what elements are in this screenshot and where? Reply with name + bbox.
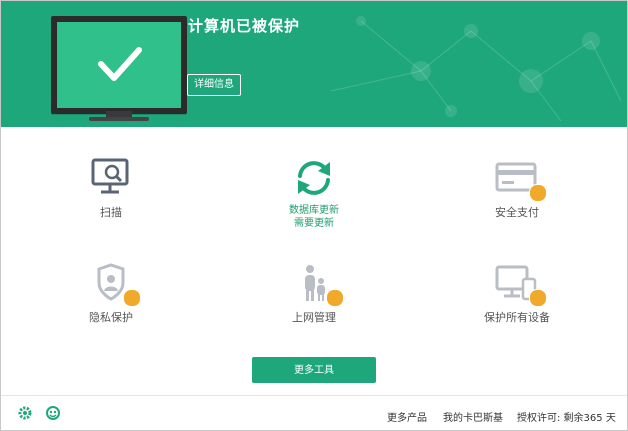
tool-parental-control[interactable]: 上网管理 bbox=[254, 261, 374, 324]
tool-database-update-status: 需要更新 bbox=[294, 218, 334, 229]
devices-icon bbox=[493, 261, 547, 307]
tool-protect-all-devices[interactable]: 保护所有设备 bbox=[457, 261, 577, 324]
tool-database-update[interactable]: 数据库更新 需要更新 bbox=[254, 156, 374, 230]
tool-scan-label: 扫描 bbox=[100, 206, 122, 219]
tool-parental-control-label: 上网管理 bbox=[292, 311, 336, 324]
tool-safe-money-label: 安全支付 bbox=[495, 206, 539, 219]
update-refresh-icon bbox=[290, 156, 338, 200]
footer-link-more-products[interactable]: 更多产品 bbox=[387, 409, 427, 424]
tool-database-update-label: 数据库更新 bbox=[289, 205, 339, 216]
protection-status-title: 计算机已被保护 bbox=[188, 17, 301, 35]
footer-link-license[interactable]: 授权许可: 剩余365 天 bbox=[517, 409, 616, 424]
footer-bar: 更多产品 我的卡巴斯基 授权许可: 剩余365 天 bbox=[1, 395, 627, 430]
tool-privacy-protection[interactable]: 隐私保护 bbox=[51, 261, 171, 324]
footer-link-my-kaspersky[interactable]: 我的卡巴斯基 bbox=[443, 409, 503, 424]
premium-crown-icon bbox=[529, 184, 547, 202]
details-button[interactable]: 详细信息 bbox=[187, 74, 241, 96]
premium-crown-icon bbox=[326, 289, 344, 307]
tool-safe-money[interactable]: 安全支付 bbox=[457, 156, 577, 219]
tool-scan[interactable]: 扫描 bbox=[51, 156, 171, 219]
premium-crown-icon bbox=[123, 289, 141, 307]
settings-gear-icon[interactable] bbox=[17, 405, 33, 421]
status-header: 计算机已被保护 详细信息 bbox=[1, 1, 627, 127]
protected-monitor-illustration bbox=[51, 16, 187, 114]
parental-control-icon bbox=[290, 261, 344, 307]
more-tools-button[interactable]: 更多工具 bbox=[252, 357, 376, 383]
tool-privacy-protection-label: 隐私保护 bbox=[89, 311, 133, 324]
privacy-shield-icon bbox=[87, 261, 141, 307]
monitor-base bbox=[89, 117, 149, 121]
tool-protect-all-devices-label: 保护所有设备 bbox=[484, 311, 550, 324]
scan-monitor-icon bbox=[87, 156, 135, 200]
support-agent-icon[interactable] bbox=[45, 405, 61, 421]
checkmark-icon bbox=[98, 47, 142, 81]
premium-crown-icon bbox=[529, 289, 547, 307]
app-window: 计算机已被保护 详细信息 扫描 数据库更新 需要更新 安全支付 隐私保护 上网管… bbox=[0, 0, 628, 431]
credit-card-icon bbox=[493, 156, 547, 202]
